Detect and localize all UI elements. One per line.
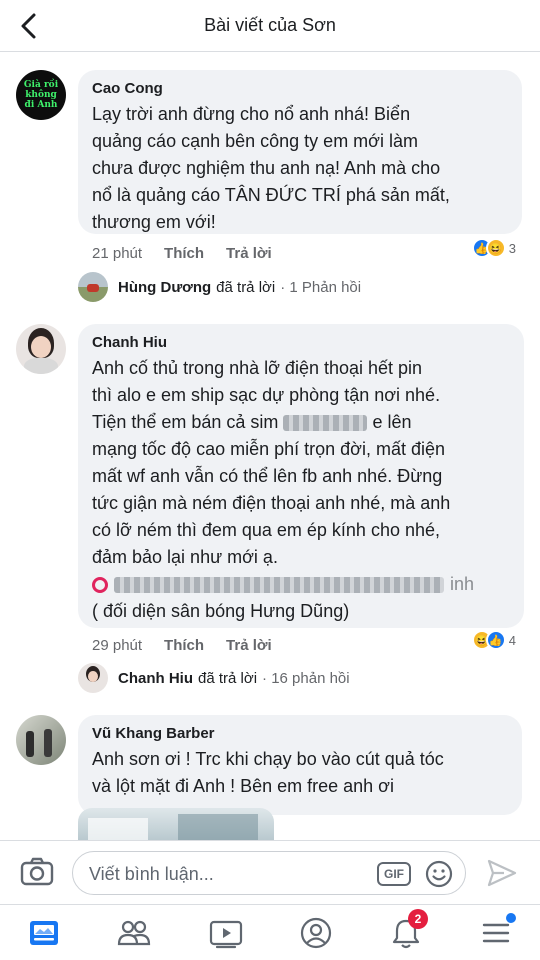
comment-line-end: inh [450,574,475,594]
comment-meta: 29 phút Thích Trả lời [92,637,272,654]
comment-image[interactable] [78,808,274,840]
news-feed-icon [30,921,58,945]
tab-news-feed[interactable] [24,913,64,953]
avatar[interactable]: Già rồi không đi Anh [16,70,66,120]
reply-author: Chanh Hiu [118,669,193,687]
comment-line: Anh cố thủ trong nhà lỡ điện thoại hết p… [92,358,423,378]
comment-input-placeholder: Viết bình luận... [89,864,214,884]
bottom-tab-bar: 2 [0,904,540,960]
avatar-text: Già rồi không đi Anh [23,80,59,110]
avatar[interactable] [16,715,66,765]
avatar[interactable] [16,324,66,374]
comment-meta: 21 phút Thích Trả lời [92,245,272,262]
comment-line: tức giận mà ném điện thoại anh nhé, mà a… [92,493,451,513]
haha-reaction-icon: 😆 [485,238,506,258]
gif-button[interactable]: GIF [377,862,411,886]
comment-line: quảng cáo cạnh bên công ty em mới làm [92,131,418,151]
reaction-count: 3 [508,240,516,256]
comment-line: thì alo e em ship sạc dự phòng tận nơi n… [92,385,441,405]
menu-icon [482,923,510,943]
like-button[interactable]: Thích [164,637,204,654]
comment-line: và lột mặt đi Anh ! Bên em free anh ơi [92,776,394,796]
tab-friends[interactable] [114,913,154,953]
reaction-count: 4 [508,632,516,648]
send-icon[interactable] [486,857,518,889]
reply-summary[interactable]: Chanh Hiu đã trả lời · 16 phản hồi [78,663,350,693]
tab-menu[interactable] [476,913,516,953]
comment-line: mất wf anh vẫn có thể lên fb anh nhé. Đừ… [92,466,443,486]
reply-count: · 16 phản hồi [262,669,350,687]
avatar [78,663,108,693]
emoji-icon[interactable] [425,860,453,888]
redacted-address-line: inh [92,571,510,598]
menu-indicator-dot [506,913,516,923]
comment-line-start: Tiện thể em bán cả sim [92,412,279,432]
comment-bubble[interactable]: Cao Cong Lạy trời anh đừng cho nổ anh nh… [78,70,522,234]
comment-line-end: e lên [372,412,412,432]
tab-notifications[interactable]: 2 [386,909,428,953]
comment-line: có lỡ ném thì đem qua em ép kính cho nhé… [92,520,441,540]
watch-icon [209,920,243,949]
notification-badge: 2 [408,909,428,929]
comment-composer: Viết bình luận... GIF [0,840,540,904]
comment-author[interactable]: Vũ Khang Barber [92,725,508,742]
comment-line: Lạy trời anh đừng cho nổ anh nhá! Biển [92,104,411,124]
tab-watch[interactable] [206,913,246,953]
comment-text: Lạy trời anh đừng cho nổ anh nhá! Biển q… [92,101,508,236]
comment-line: Anh sơn ơi ! Trc khi chạy bo vào cút quả… [92,749,444,769]
comment-bubble[interactable]: Chanh Hiu Anh cố thủ trong nhà lỡ điện t… [78,324,524,628]
page-title: Bài viết của Sơn [204,15,336,35]
target-icon [92,576,108,593]
comment-line: thương em với! [92,212,216,232]
comment-line: ( đối diện sân bóng Hưng Dũng) [92,601,350,621]
like-reaction-icon: 👍 [485,630,506,650]
reply-action: đã trả lời [198,669,258,687]
reply-button[interactable]: Trả lời [226,245,272,262]
comment-line: Tiện thể em bán cả sim e lên [92,409,510,436]
comment-bubble[interactable]: Vũ Khang Barber Anh sơn ơi ! Trc khi chạ… [78,715,522,815]
comment-line: chưa được nghiệm thu anh nạ! Anh mà cho [92,158,441,178]
comment-line: mạng tốc độ cao miễn phí trọn đời, mất đ… [92,439,445,459]
reply-count: · 1 Phản hồi [280,278,362,296]
camera-icon[interactable] [20,857,54,887]
redacted-text [283,415,368,432]
reaction-summary[interactable]: 👍 😆 3 [471,238,516,258]
comment-text: Anh cố thủ trong nhà lỡ điện thoại hết p… [92,355,510,625]
comment-author[interactable]: Chanh Hiu [92,334,510,351]
reply-author: Hùng Dương [118,278,212,296]
top-bar: Bài viết của Sơn [0,0,540,52]
redacted-text [114,576,444,593]
reply-button[interactable]: Trả lời [226,637,272,654]
reaction-summary[interactable]: 😆 👍 4 [471,630,516,650]
comment-author[interactable]: Cao Cong [92,80,508,97]
comment-line: nổ là quảng cáo TÂN ĐỨC TRÍ phá sản mất, [92,185,450,205]
comment-time: 21 phút [92,245,143,262]
comment-line: đảm bảo lại như mới ạ. [92,547,278,567]
reply-action: đã trả lời [216,278,276,296]
friends-icon [117,920,151,946]
avatar [78,272,108,302]
tab-profile[interactable] [296,913,336,953]
comment-input[interactable]: Viết bình luận... GIF [72,851,466,895]
like-button[interactable]: Thích [164,245,204,262]
comment-text: Anh sơn ơi ! Trc khi chạy bo vào cút quả… [92,746,508,800]
reply-summary[interactable]: Hùng Dương đã trả lời · 1 Phản hồi [78,272,361,302]
comment-time: 29 phút [92,637,143,654]
profile-icon [300,917,332,949]
